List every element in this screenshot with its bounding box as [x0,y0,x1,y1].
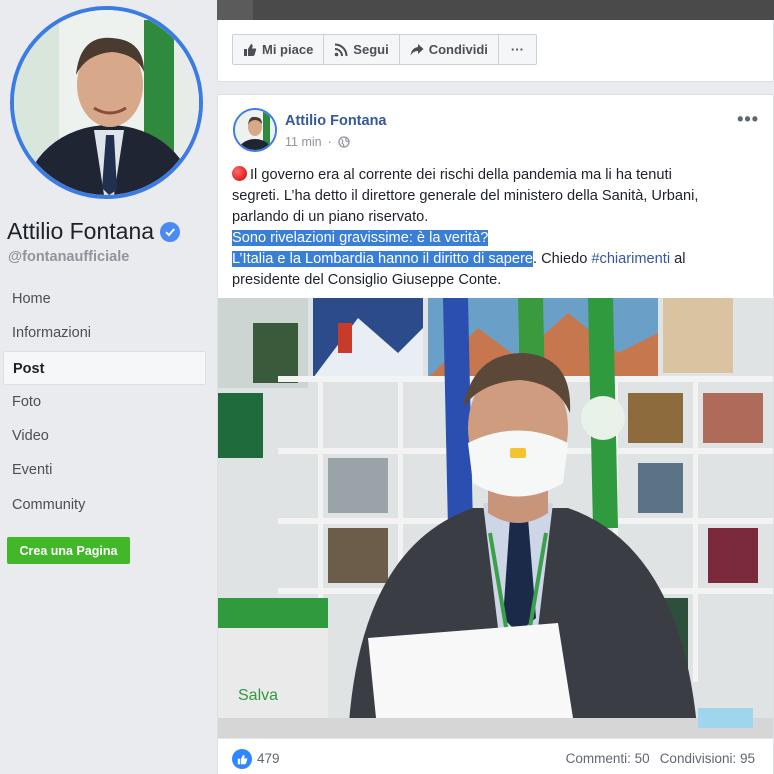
post-text-line-4-selected: Sono rivelazioni gravissime: è la verità… [232,230,489,246]
nav-item-informazioni[interactable]: Informazioni [3,316,206,350]
post-message: Il governo era al corrente dei rischi de… [232,165,762,291]
author-avatar-image [235,110,275,150]
thumbs-up-icon [244,43,257,56]
hashtag-link[interactable]: #chiarimenti [591,251,670,267]
profile-picture[interactable] [10,6,203,199]
nav-item-community[interactable]: Community [3,488,206,522]
nav-item-post[interactable]: Post [3,350,206,385]
more-actions-button[interactable]: ··· [499,35,536,64]
page-name[interactable]: Attilio Fontana [7,218,181,245]
nav-item-eventi[interactable]: Eventi [3,453,206,487]
post-meta: 11 min · [285,135,350,149]
video-progress-segment [217,0,253,20]
share-button[interactable]: Condividi [400,35,499,64]
post-card: Attilio Fontana 11 min · ••• Il governo … [217,94,774,774]
nav-item-video[interactable]: Video [3,419,206,453]
post-text-line-3: parlando di un piano riservato. [232,209,429,225]
post-options-button[interactable]: ••• [737,109,759,130]
post-text-line-6: presidente del Consiglio Giuseppe Conte. [232,272,502,288]
globe-icon [338,136,350,148]
follow-label: Segui [353,42,389,57]
page-sidebar: Attilio Fontana @fontanaufficiale Home I… [0,0,210,774]
post-author-name[interactable]: Attilio Fontana [285,113,387,129]
profile-photo-image [14,10,199,195]
page-handle[interactable]: @fontanaufficiale [8,249,129,265]
post-author-avatar[interactable] [233,108,277,152]
share-label: Condividi [428,42,488,57]
post-footer: 479 Commenti: 50 Condivisioni: 95 [218,738,773,774]
create-page-button[interactable]: Crea una Pagina [7,537,130,564]
verified-badge-icon [160,221,181,242]
like-count[interactable]: 479 [257,751,280,766]
page-nav: Home Informazioni Post Foto Video Eventi… [3,282,206,522]
post-text-line-5-selected: L’Italia e la Lombardia hanno il diritto… [232,251,533,267]
post-text-line-5-rest: . Chiedo [532,251,592,267]
post-text-line-2: segreti. L’ha detto il direttore general… [232,188,699,204]
comments-count[interactable]: Commenti: 50 [566,751,650,766]
post-text-line-5-end: al [670,251,686,267]
page-action-card: Mi piace Segui Condividi ··· [217,20,774,82]
photo-sign-text: Salva [238,687,278,704]
post-photo-image: Salva [218,298,773,738]
like-reaction-icon[interactable] [232,749,252,769]
page-action-bar: Mi piace Segui Condividi ··· [232,34,537,65]
like-page-button[interactable]: Mi piace [233,35,325,64]
post-timestamp[interactable]: 11 min [285,135,322,149]
post-text-line-1: Il governo era al corrente dei rischi de… [250,167,672,183]
video-player-strip[interactable] [217,0,774,20]
red-circle-emoji-icon [232,166,247,181]
post-stats: Commenti: 50 Condivisioni: 95 [566,751,755,766]
nav-item-home[interactable]: Home [3,282,206,316]
like-page-label: Mi piace [262,42,314,57]
nav-item-foto[interactable]: Foto [3,385,206,419]
page-name-text[interactable]: Attilio Fontana [7,218,154,245]
follow-button[interactable]: Segui [324,35,400,64]
rss-follow-icon [334,43,348,56]
shares-count[interactable]: Condivisioni: 95 [660,751,755,766]
share-arrow-icon [410,43,424,55]
post-photo[interactable]: Salva [218,298,773,738]
